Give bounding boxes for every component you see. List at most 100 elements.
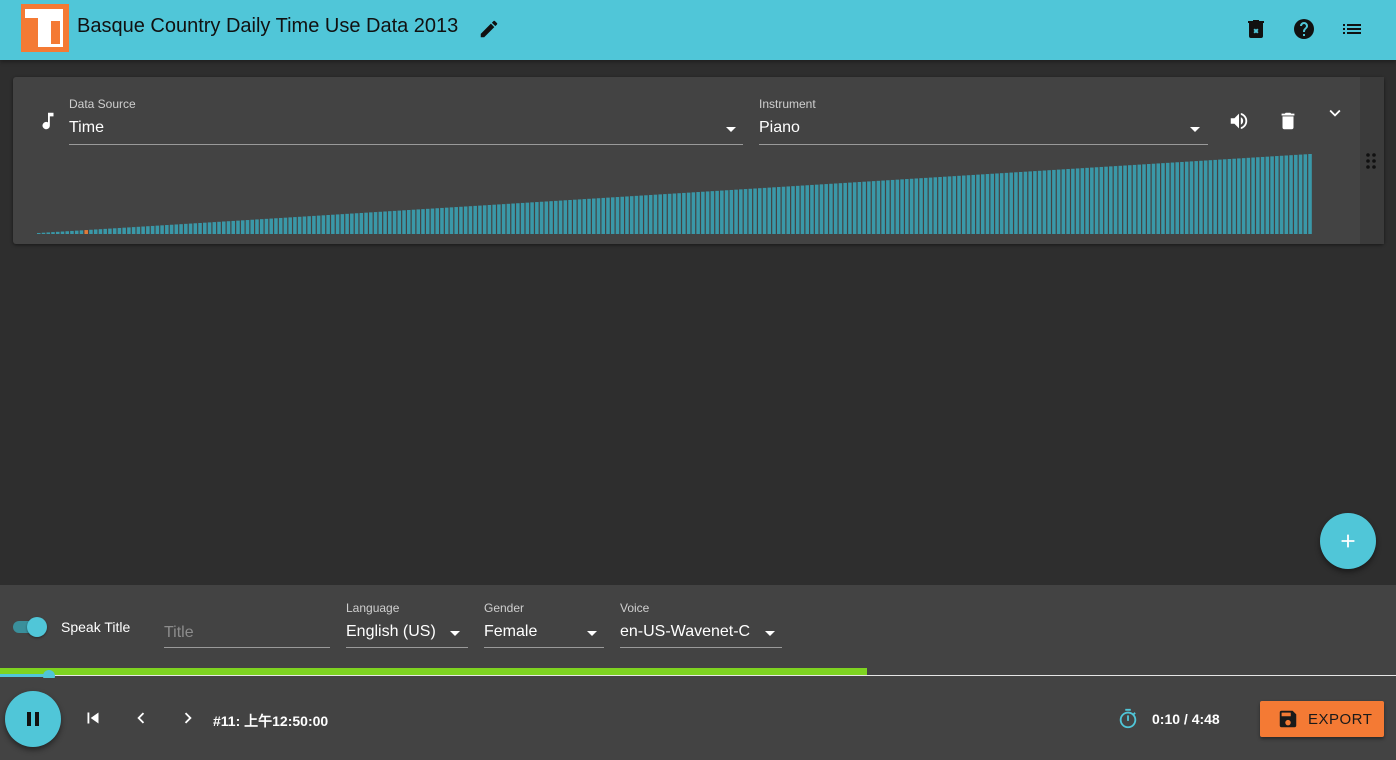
waveform-bar: [240, 220, 245, 234]
volume-icon[interactable]: [1228, 110, 1250, 132]
skip-previous-icon[interactable]: [82, 707, 104, 729]
waveform-bar: [862, 181, 866, 234]
trash-icon[interactable]: [1277, 110, 1299, 132]
data-source-select[interactable]: Time: [69, 119, 104, 137]
waveform-bar: [359, 212, 364, 234]
waveform-bar: [1237, 158, 1241, 234]
gender-select[interactable]: Female: [484, 623, 537, 641]
waveform-bar: [919, 178, 923, 234]
waveform-bar: [131, 227, 136, 234]
instrument-select[interactable]: Piano: [759, 119, 800, 137]
track-waveform[interactable]: [37, 147, 1313, 234]
waveform-bar: [1156, 163, 1160, 234]
waveform-bar: [957, 175, 961, 234]
waveform-bar: [259, 219, 264, 234]
waveform-bar: [316, 215, 321, 234]
waveform-bar: [397, 210, 402, 234]
add-track-button[interactable]: [1320, 513, 1376, 569]
drag-strip[interactable]: [1360, 77, 1384, 244]
list-icon[interactable]: [1340, 17, 1364, 41]
data-source-caret-icon[interactable]: [726, 127, 736, 132]
waveform-bar: [601, 197, 606, 234]
waveform-bar: [174, 224, 179, 234]
waveform-bar: [1165, 162, 1170, 234]
playback-scrubber[interactable]: [0, 675, 1396, 676]
waveform-bar: [1170, 162, 1175, 234]
waveform-bar: [79, 230, 84, 234]
waveform-bar: [430, 208, 435, 234]
waveform-bar: [1241, 158, 1246, 234]
waveform-bar: [378, 211, 383, 234]
waveform-bar: [848, 182, 852, 234]
chevron-left-icon[interactable]: [130, 707, 152, 729]
waveform-bar: [203, 222, 207, 234]
voice-caret-icon[interactable]: [765, 631, 775, 636]
play-pause-button[interactable]: [5, 691, 61, 747]
waveform-bar: [112, 228, 117, 234]
waveform-bar: [1199, 160, 1203, 234]
waveform-bar: [995, 173, 999, 234]
waveform-bar: [1123, 165, 1127, 234]
waveform-bar: [497, 204, 501, 234]
pause-icon: [21, 707, 45, 731]
buffer-progress-bar: [0, 668, 867, 675]
waveform-bar: [98, 229, 103, 234]
help-circle-icon[interactable]: [1292, 17, 1316, 41]
waveform-bar: [971, 174, 976, 234]
voice-select[interactable]: en-US-Wavenet-C: [620, 623, 750, 641]
waveform-bar: [354, 213, 359, 234]
waveform-bar: [278, 217, 283, 234]
waveform-bar: [1284, 155, 1289, 234]
timer-icon[interactable]: [1117, 708, 1139, 730]
waveform-bar: [435, 208, 439, 234]
waveform-bar: [658, 194, 662, 234]
waveform-bar: [169, 224, 174, 234]
waveform-bar: [933, 177, 938, 234]
waveform-bar: [644, 195, 648, 234]
waveform-bar: [84, 230, 88, 234]
waveform-bar: [544, 201, 549, 234]
waveform-bar: [406, 210, 411, 234]
waveform-bar: [1189, 161, 1194, 234]
chevron-down-icon[interactable]: [1324, 102, 1346, 124]
waveform-bar: [1009, 172, 1013, 234]
waveform-bar: [160, 225, 164, 234]
waveform-bar: [283, 217, 288, 234]
drag-handle-icon[interactable]: [1365, 153, 1377, 169]
waveform-bar: [274, 218, 278, 234]
waveform-bar: [824, 184, 828, 234]
waveform-bar: [207, 222, 212, 234]
waveform-bar: [539, 201, 544, 234]
language-caret-icon[interactable]: [450, 631, 460, 636]
language-select[interactable]: English (US): [346, 623, 436, 641]
waveform-bar: [511, 203, 515, 234]
page-title: Basque Country Daily Time Use Data 2013: [77, 15, 459, 37]
waveform-bar: [321, 215, 326, 234]
waveform-bar: [373, 212, 378, 234]
export-button[interactable]: EXPORT: [1260, 701, 1384, 737]
trash-x-icon[interactable]: [1244, 17, 1268, 41]
waveform-bar: [1132, 164, 1137, 234]
waveform-bar: [573, 199, 577, 234]
waveform-bar: [724, 190, 729, 234]
chevron-right-icon[interactable]: [177, 707, 199, 729]
waveform-bar: [672, 193, 677, 234]
waveform-bar: [914, 178, 919, 234]
waveform-bar: [468, 206, 473, 234]
pencil-icon[interactable]: [478, 18, 500, 40]
waveform-bar: [136, 226, 141, 234]
waveform-bar: [1270, 156, 1274, 234]
waveform-bar: [952, 176, 957, 234]
app-logo[interactable]: [21, 4, 69, 52]
gender-caret-icon[interactable]: [587, 631, 597, 636]
waveform-bar: [620, 196, 624, 234]
waveform-bar: [1265, 156, 1270, 234]
title-input[interactable]: Title: [164, 624, 194, 642]
waveform-bar: [1109, 166, 1113, 234]
waveform-bar: [425, 208, 430, 234]
instrument-caret-icon[interactable]: [1190, 127, 1200, 132]
speak-title-toggle-thumb[interactable]: [27, 617, 47, 637]
track-card: Data Source Time Instrument Piano: [13, 77, 1384, 244]
waveform-bar: [530, 202, 534, 234]
waveform-bar: [41, 232, 46, 234]
